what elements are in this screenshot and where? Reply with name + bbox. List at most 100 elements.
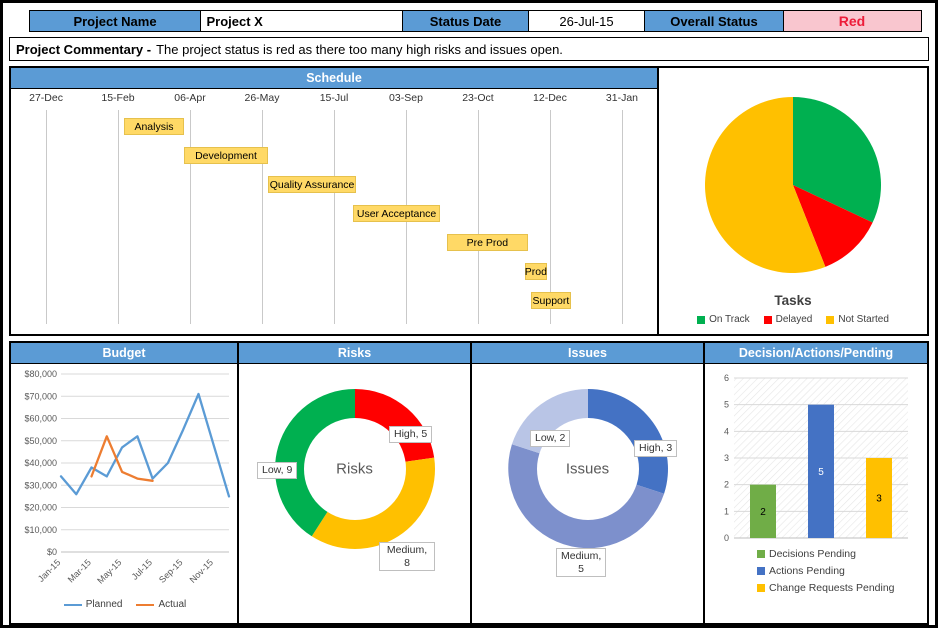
svg-text:2: 2 (724, 480, 729, 490)
svg-text:Jan-15: Jan-15 (36, 557, 63, 584)
svg-text:$0: $0 (47, 547, 57, 557)
gantt-bar-support[interactable]: Support (531, 292, 570, 309)
gantt-chart[interactable]: 27-Dec15-Feb06-Apr26-May15-Jul03-Sep23-O… (11, 89, 657, 334)
legend-swatch (757, 584, 765, 592)
svg-text:Mar-15: Mar-15 (66, 557, 93, 584)
gantt-bar-prod[interactable]: Prod (525, 263, 547, 280)
budget-panel: Budget $0$10,000$20,000$30,000$40,000$50… (11, 343, 239, 623)
risks-center-label: Risks (336, 461, 373, 478)
gantt-bar-label: User Acceptance (357, 208, 436, 220)
gantt-axis-label: 27-Dec (29, 92, 63, 104)
gantt-bar-label: Pre Prod (467, 237, 508, 249)
gantt-bar-label: Development (195, 150, 257, 162)
legend-swatch (757, 567, 765, 575)
legend-item: Planned (64, 599, 123, 610)
commentary-text: The project status is red as there too m… (156, 42, 563, 57)
tasks-pie-legend: On Track Delayed Not Started (697, 314, 889, 325)
legend-label: Decisions Pending (769, 548, 856, 560)
gantt-body: Analysis Development Quality Assurance User… (21, 108, 647, 328)
legend-item: Delayed (764, 314, 813, 325)
legend-label: Actions Pending (769, 565, 845, 577)
gantt-gridline (622, 110, 623, 324)
decisions-header: Decision/Actions/Pending (705, 343, 927, 364)
gantt-gridline (190, 110, 191, 324)
status-date-label: Status Date (402, 10, 529, 32)
legend-swatch (136, 604, 154, 606)
budget-series-planned[interactable] (61, 394, 229, 496)
risks-data-label-0: High, 5 (389, 426, 432, 443)
svg-text:0: 0 (724, 533, 729, 543)
legend-item: Change Requests Pending (757, 582, 927, 594)
legend-item: On Track (697, 314, 750, 325)
issues-data-label-2: Low, 2 (530, 430, 570, 447)
top-bar: Project Name Project X Status Date 26-Ju… (29, 10, 929, 32)
gantt-axis-label: 15-Feb (101, 92, 134, 104)
gantt-gridline (262, 110, 263, 324)
overall-status-label: Overall Status (644, 10, 784, 32)
risks-panel: Risks Risks High, 5Medium, 8Low, 9 (239, 343, 472, 623)
gantt-axis-label: 31-Jan (606, 92, 638, 104)
gantt-axis-label: 26-May (244, 92, 279, 104)
bottom-section: Budget $0$10,000$20,000$30,000$40,000$50… (9, 341, 929, 625)
svg-text:1: 1 (724, 506, 729, 516)
gantt-bar-pre-prod[interactable]: Pre Prod (447, 234, 528, 251)
svg-text:3: 3 (724, 453, 729, 463)
bar-data-label: 5 (818, 467, 824, 478)
svg-text:$30,000: $30,000 (24, 480, 57, 490)
legend-label: On Track (709, 314, 750, 325)
legend-swatch (764, 316, 772, 324)
gantt-gridline (118, 110, 119, 324)
risks-donut-chart[interactable]: Risks High, 5Medium, 8Low, 9 (239, 364, 470, 623)
svg-text:4: 4 (724, 426, 729, 436)
overall-status-value[interactable]: Red (783, 10, 922, 32)
gantt-bar-label: Analysis (134, 121, 173, 133)
risks-data-label-1: Medium, 8 (379, 542, 435, 571)
project-commentary[interactable]: Project Commentary - The project status … (9, 37, 929, 61)
legend-swatch (826, 316, 834, 324)
project-name-value[interactable]: Project X (200, 10, 404, 32)
svg-text:$50,000: $50,000 (24, 436, 57, 446)
decisions-bar-chart[interactable]: 0 1 2 3 4 5 6 2 5 3 (705, 364, 927, 544)
project-status-dashboard: Project Name Project X Status Date 26-Ju… (0, 0, 938, 628)
svg-text:$60,000: $60,000 (24, 414, 57, 424)
schedule-header: Schedule (11, 68, 657, 89)
decisions-bar-svg: 0 1 2 3 4 5 6 2 5 3 (716, 370, 916, 544)
gantt-bar-label: Prod (525, 266, 547, 278)
gantt-gridline (46, 110, 47, 324)
legend-label: Planned (86, 599, 123, 610)
budget-chart[interactable]: $0$10,000$20,000$30,000$40,000$50,000$60… (11, 364, 237, 610)
project-name-label: Project Name (29, 10, 201, 32)
gantt-bar-development[interactable]: Development (184, 147, 269, 164)
legend-label: Change Requests Pending (769, 582, 895, 594)
bar-data-label: 2 (760, 507, 766, 518)
gantt-bar-label: Support (533, 295, 570, 307)
svg-text:Sep-15: Sep-15 (157, 557, 185, 585)
svg-text:May-15: May-15 (95, 557, 123, 585)
legend-item: Decisions Pending (757, 548, 927, 560)
gantt-bar-user-acceptance[interactable]: User Acceptance (353, 205, 441, 222)
status-date-value[interactable]: 26-Jul-15 (528, 10, 646, 32)
tasks-pie-chart[interactable] (698, 90, 888, 285)
tasks-pie-panel: Tasks On TrackDelayedNot Started (659, 68, 927, 334)
legend-item: Not Started (826, 314, 889, 325)
legend-label: Delayed (776, 314, 813, 325)
bar-data-label: 3 (876, 494, 882, 505)
issues-data-label-0: High, 3 (634, 440, 677, 457)
issues-donut-chart[interactable]: Issues High, 3 Medium, 5 Low, 2 (472, 364, 703, 623)
tasks-pie-svg (698, 90, 888, 280)
legend-item: Actual (136, 599, 186, 610)
budget-legend: Planned Actual (13, 599, 237, 610)
budget-header: Budget (11, 343, 237, 364)
commentary-label: Project Commentary - (16, 42, 151, 57)
issues-header: Issues (472, 343, 703, 364)
gantt-bar-analysis[interactable]: Analysis (124, 118, 183, 135)
svg-text:$20,000: $20,000 (24, 503, 57, 513)
issues-data-label-1: Medium, 5 (556, 548, 606, 577)
svg-text:5: 5 (724, 400, 729, 410)
gantt-axis-label: 15-Jul (320, 92, 349, 104)
gantt-bar-quality-assurance[interactable]: Quality Assurance (268, 176, 356, 193)
svg-text:$70,000: $70,000 (24, 391, 57, 401)
issues-center-label: Issues (566, 461, 609, 478)
svg-text:6: 6 (724, 373, 729, 383)
legend-item: Actions Pending (757, 565, 927, 577)
